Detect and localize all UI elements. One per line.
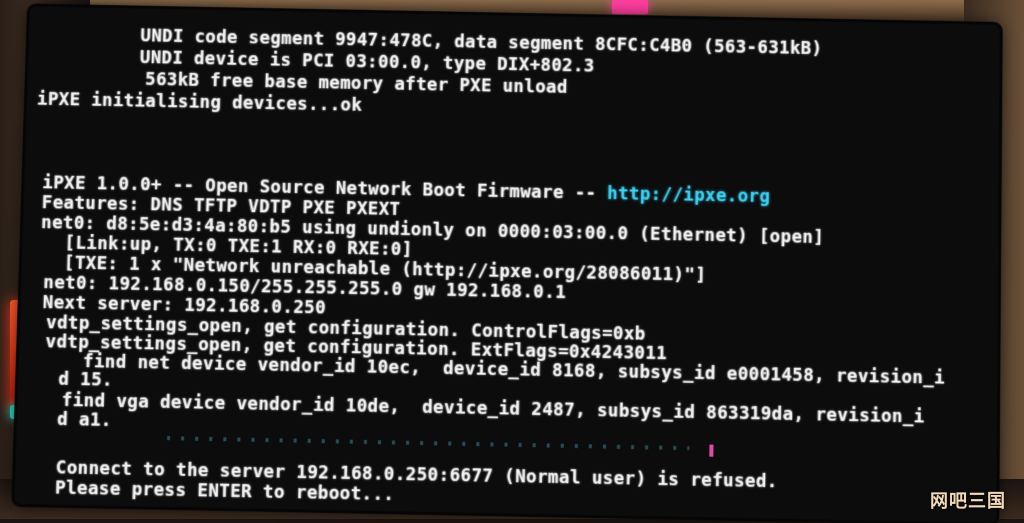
boot-line: d 15.	[58, 369, 114, 391]
monitor-screen: UNDI code segment 9947:478C, data segmen…	[14, 6, 1000, 523]
boot-line: find vga device vendor_id 10de, device_i…	[61, 390, 925, 428]
screen-artifact-dot	[709, 444, 714, 457]
boot-line: iPXE initialising devices...ok	[36, 89, 363, 116]
watermark-logo: 网吧三国	[930, 491, 1006, 512]
ipxe-url-link: http://ipxe.org	[607, 184, 771, 208]
screen-artifact-line	[167, 436, 690, 451]
pink-light	[612, 0, 648, 14]
boot-line: d a1.	[56, 409, 113, 432]
